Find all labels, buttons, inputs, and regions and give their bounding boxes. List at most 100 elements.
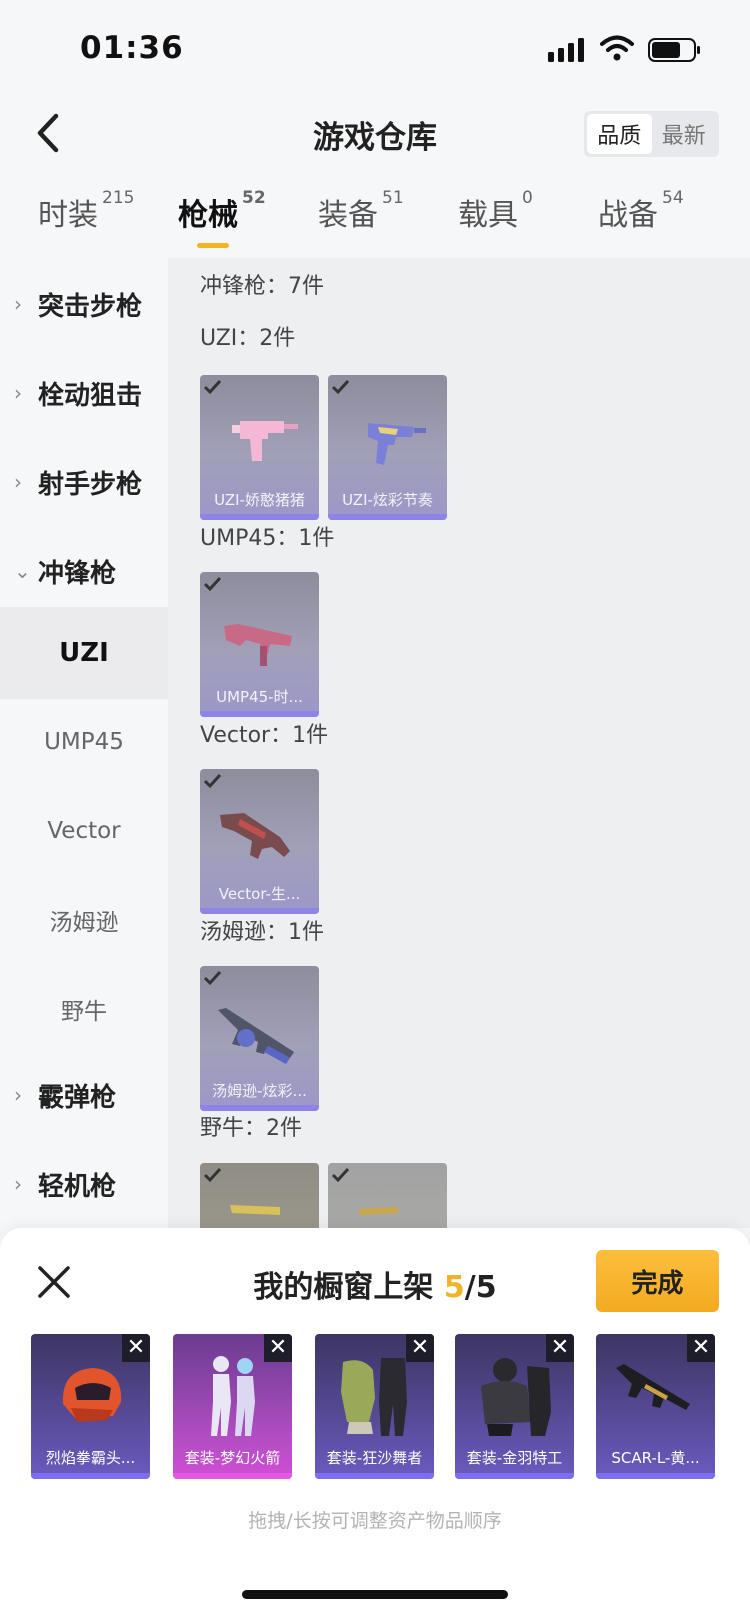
smg-bizon-icon [358, 1207, 398, 1215]
sidebar-item-label: 栓动狙击 [38, 380, 143, 411]
checkmark-icon [203, 970, 222, 986]
sidebar-item-bolt-sniper[interactable]: › 栓动狙击 [0, 347, 168, 439]
tab-count: 54 [662, 188, 684, 208]
item-name: UZI-娇憨猪猪 [214, 491, 305, 509]
rarity-bar [31, 1473, 150, 1479]
sidebar-item-ump45[interactable]: UMP45 [0, 696, 168, 788]
helmet-icon [62, 1368, 122, 1422]
checkmark-icon [203, 576, 222, 592]
remove-icon[interactable]: ✕ [264, 1334, 292, 1362]
smg-bizon-icon [230, 1205, 280, 1215]
tab-label: 战备 [598, 198, 658, 233]
tab-label: 枪械 [178, 198, 238, 233]
showcase-count-current: 5 [443, 1270, 465, 1305]
outfit-icon [341, 1358, 407, 1436]
sidebar-item-label: 突击步枪 [38, 291, 143, 322]
tab-count: 51 [382, 188, 404, 208]
weapon-grid: 冲锋枪：7件 UZI：2件 UZI-娇憨猪猪 UZI-炫彩节奏 UMP45：1件… [168, 258, 750, 1228]
smg-pink-icon [232, 421, 298, 461]
sidebar-item-label: 霰弹枪 [38, 1082, 117, 1113]
slot-item-name: 套装-梦幻火箭 [184, 1449, 281, 1467]
tab-count: 0 [522, 188, 533, 208]
tab-count: 215 [102, 188, 135, 208]
tab-label: 装备 [318, 198, 378, 233]
chevron-right-icon: › [14, 292, 22, 316]
rarity-bar [455, 1473, 574, 1479]
showcase-count-total: /5 [464, 1270, 497, 1305]
checkmark-icon [203, 379, 222, 395]
tab-weapons[interactable]: 枪械 52 [178, 188, 266, 234]
category-tabs: 时装 215 枪械 52 装备 51 载具 0 战备 54 [0, 188, 750, 256]
item-name: Vector-生... [218, 885, 301, 903]
sidebar-item-vector[interactable]: Vector [0, 785, 168, 877]
sidebar-item-uzi[interactable]: UZI [0, 607, 168, 699]
weapon-type-sidebar: › 突击步枪 › 栓动狙击 › 射手步枪 ⌄ 冲锋枪 UZI UMP45 Vector … [0, 258, 168, 1228]
sidebar-item-lmg[interactable]: › 轻机枪 [0, 1138, 168, 1230]
checkmark-icon [331, 379, 350, 395]
showcase-title-text: 我的橱窗上架 [253, 1270, 444, 1305]
remove-icon[interactable]: ✕ [687, 1334, 715, 1362]
group-label-bizon: 野牛：2件 [200, 1116, 302, 1141]
smg-ump45-icon [224, 624, 292, 666]
checkmark-icon [203, 773, 222, 789]
sort-option-quality[interactable]: 品质 [587, 114, 652, 154]
showcase-slot[interactable]: ✕ 套装-狂沙舞者 [315, 1334, 434, 1479]
tab-label: 时装 [38, 198, 98, 233]
tab-count: 52 [242, 188, 266, 208]
tab-vehicles[interactable]: 载具 0 [458, 188, 533, 234]
sidebar-item-thompson[interactable]: 汤姆逊 [0, 874, 168, 966]
chevron-right-icon: › [14, 470, 22, 494]
showcase-slot[interactable]: ✕ 烈焰拳霸头... [31, 1334, 150, 1479]
chevron-right-icon: › [14, 381, 22, 405]
chevron-right-icon: › [14, 1083, 22, 1107]
sort-option-newest[interactable]: 最新 [652, 114, 717, 154]
item-card[interactable] [200, 1163, 319, 1228]
reorder-hint: 拖拽/长按可调整资产物品顺序 [248, 1510, 502, 1532]
tab-supplies[interactable]: 战备 54 [598, 188, 684, 234]
item-card[interactable]: Vector-生... [200, 769, 319, 914]
rarity-bar [596, 1473, 715, 1479]
category-total-label: 冲锋枪：7件 [200, 274, 324, 299]
rifle-icon [616, 1364, 690, 1410]
tab-fashion[interactable]: 时装 215 [38, 188, 135, 234]
sidebar-item-label: 轻机枪 [38, 1171, 117, 1202]
item-card[interactable] [328, 1163, 447, 1228]
sidebar-item-marksman-rifle[interactable]: › 射手步枪 [0, 436, 168, 528]
home-indicator[interactable] [242, 1590, 508, 1599]
slot-item-name: 套装-狂沙舞者 [326, 1449, 423, 1467]
checkmark-icon [331, 1167, 350, 1183]
active-tab-indicator [197, 243, 229, 248]
cellular-signal-icon [548, 38, 584, 62]
status-bar: 01:36 [0, 0, 750, 96]
remove-icon[interactable]: ✕ [406, 1334, 434, 1362]
wifi-icon [600, 35, 634, 61]
battery-icon [648, 38, 700, 62]
item-card[interactable]: UMP45-时... [200, 572, 319, 717]
sidebar-item-smg[interactable]: ⌄ 冲锋枪 [0, 525, 168, 617]
sidebar-item-bizon[interactable]: 野牛 [0, 963, 168, 1055]
sidebar-item-shotgun[interactable]: › 霰弹枪 [0, 1049, 168, 1141]
outfit-icon [481, 1358, 551, 1436]
showcase-sheet: 我的橱窗上架 5/5 完成 ✕ 烈焰拳霸头... ✕ 套装-梦幻火箭 ✕ 套装-… [0, 1228, 750, 1623]
showcase-slot[interactable]: ✕ 套装-梦幻火箭 [173, 1334, 292, 1479]
remove-icon[interactable]: ✕ [122, 1334, 150, 1362]
done-button[interactable]: 完成 [596, 1250, 719, 1312]
smg-colorful-icon [368, 423, 426, 465]
item-card[interactable]: UZI-娇憨猪猪 [200, 375, 319, 520]
smg-vector-icon [220, 813, 290, 859]
showcase-slot[interactable]: ✕ SCAR-L-黄... [596, 1334, 715, 1479]
item-card[interactable]: UZI-炫彩节奏 [328, 375, 447, 520]
outfit-icon [211, 1356, 255, 1436]
showcase-slot[interactable]: ✕ 套装-金羽特工 [455, 1334, 574, 1479]
group-label-ump45: UMP45：1件 [200, 526, 335, 551]
tab-equipment[interactable]: 装备 51 [318, 188, 404, 234]
sidebar-item-assault-rifle[interactable]: › 突击步枪 [0, 258, 168, 350]
group-label-vector: Vector：1件 [200, 723, 329, 748]
group-label-uzi: UZI：2件 [200, 326, 296, 351]
item-card[interactable]: 汤姆逊-炫彩... [200, 966, 319, 1111]
chevron-down-icon: ⌄ [14, 559, 31, 583]
sort-toggle[interactable]: 品质 最新 [584, 111, 719, 157]
rarity-bar [315, 1473, 434, 1479]
remove-icon[interactable]: ✕ [546, 1334, 574, 1362]
status-time: 01:36 [80, 30, 184, 66]
